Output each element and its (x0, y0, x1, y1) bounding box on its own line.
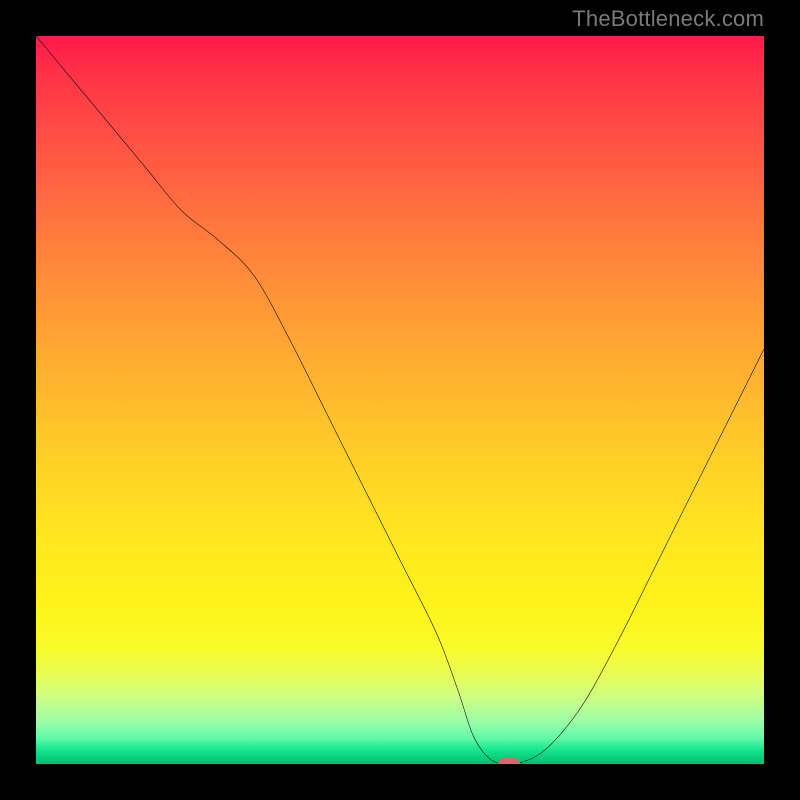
bottleneck-curve (36, 36, 764, 764)
plot-area (36, 36, 764, 764)
watermark-text: TheBottleneck.com (572, 6, 764, 32)
optimal-point-marker (498, 758, 520, 765)
chart-frame: TheBottleneck.com (0, 0, 800, 800)
